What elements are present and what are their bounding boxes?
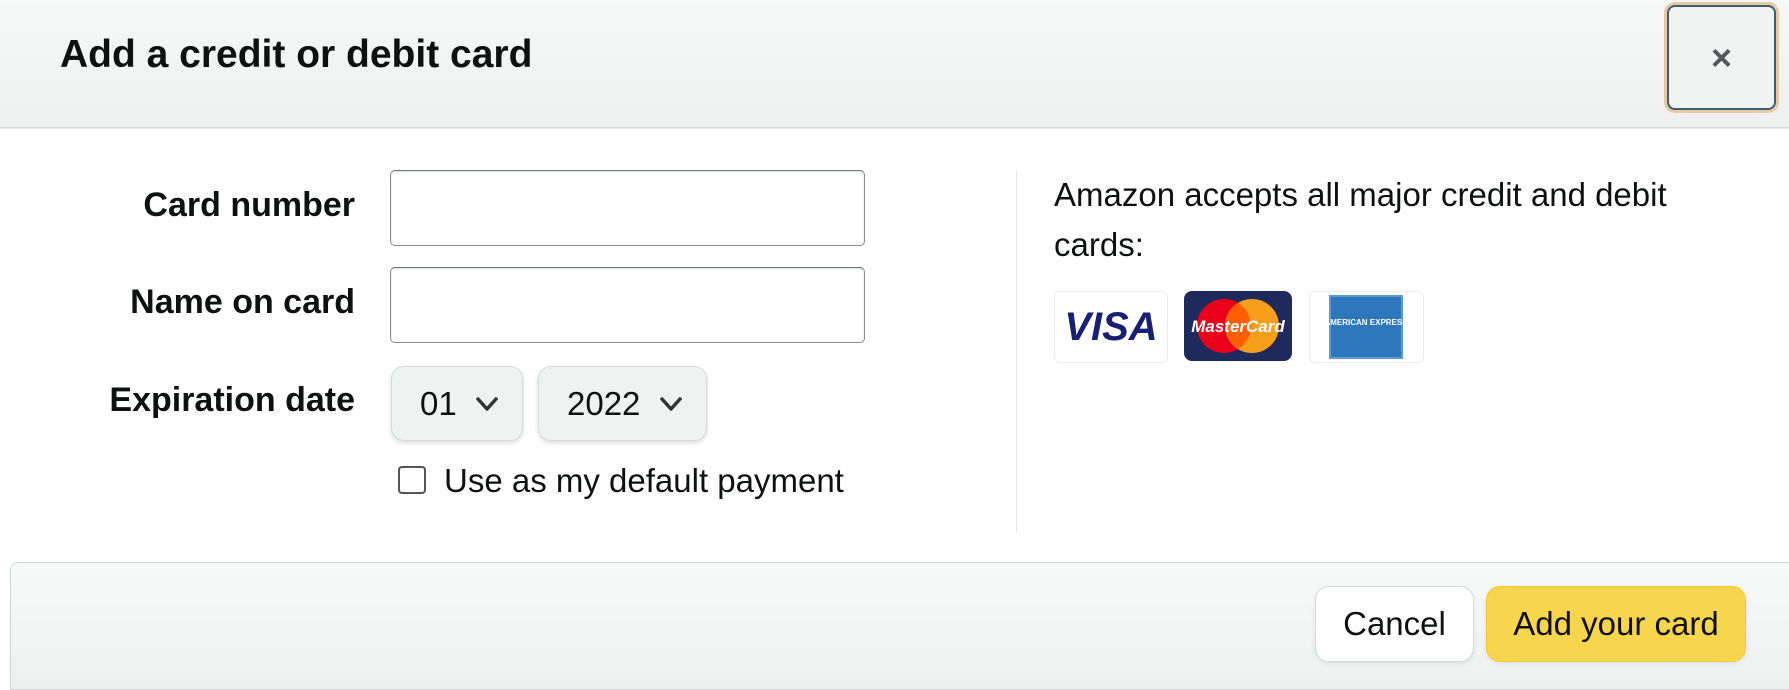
- default-payment-label[interactable]: Use as my default payment: [444, 462, 844, 500]
- section-divider: [1016, 170, 1017, 532]
- card-number-label: Card number: [143, 186, 355, 224]
- expiration-year-value: 2022: [567, 384, 641, 422]
- american-express-logo: AMERICAN EXPRESS: [1309, 291, 1424, 363]
- expiration-year-select[interactable]: 2022: [538, 366, 707, 441]
- name-on-card-label: Name on card: [130, 283, 355, 321]
- accepted-cards-text: Amazon accepts all major credit and debi…: [1054, 176, 1667, 263]
- visa-logo-text: VISA: [1064, 305, 1157, 349]
- chevron-down-icon: [660, 397, 682, 411]
- card-number-input[interactable]: [390, 170, 865, 246]
- dialog-header: Add a credit or debit card ×: [0, 0, 1789, 128]
- mastercard-logo-text: MasterCard: [1191, 317, 1285, 336]
- add-your-card-button[interactable]: Add your card: [1486, 586, 1746, 662]
- visa-logo: VISA: [1054, 291, 1168, 363]
- dialog-title: Add a credit or debit card: [60, 33, 533, 76]
- cancel-button[interactable]: Cancel: [1315, 586, 1474, 662]
- expiration-month-select[interactable]: 01: [391, 366, 523, 441]
- chevron-down-icon: [476, 397, 498, 411]
- close-icon: ×: [1710, 36, 1733, 78]
- mastercard-logo: MasterCard: [1184, 291, 1292, 361]
- default-payment-checkbox[interactable]: [398, 466, 426, 494]
- amex-logo-text: AMERICAN EXPRESS: [1324, 318, 1408, 327]
- add-card-dialog: Add a credit or debit card × Card number…: [0, 0, 1789, 690]
- expiration-date-label: Expiration date: [109, 381, 355, 419]
- name-on-card-input[interactable]: [390, 267, 865, 343]
- expiration-month-value: 01: [420, 384, 457, 422]
- close-button[interactable]: ×: [1667, 5, 1776, 110]
